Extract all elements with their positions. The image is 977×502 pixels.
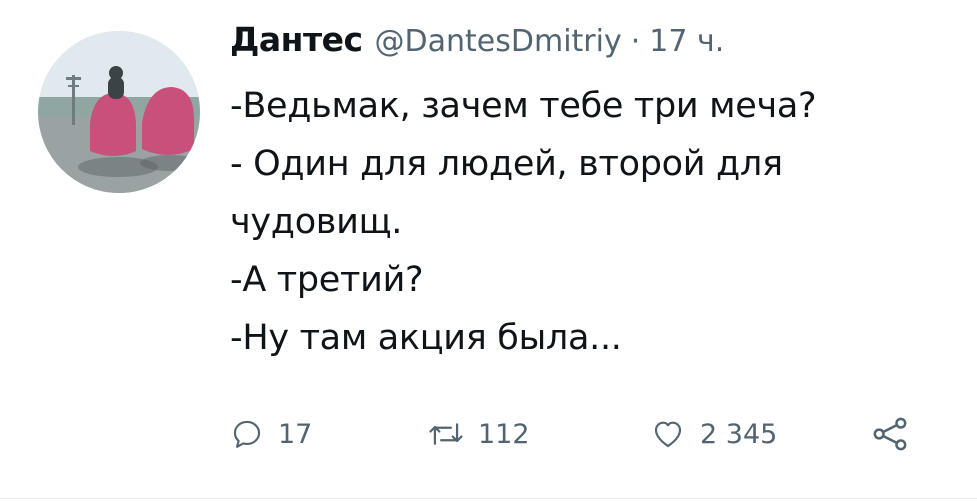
share-button[interactable] bbox=[870, 412, 910, 456]
like-button[interactable]: 2 345 bbox=[650, 412, 777, 456]
tweet-line: -Ну там акция была... bbox=[230, 318, 622, 358]
tweet-line: чудовищ. bbox=[230, 202, 403, 242]
tweet-content: Дантес @DantesDmitriy · 17 ч. -Ведьмак, … bbox=[230, 20, 950, 367]
avatar[interactable] bbox=[38, 31, 200, 193]
author-name[interactable]: Дантес bbox=[230, 20, 363, 59]
separator: · bbox=[630, 24, 641, 59]
author-handle[interactable]: @DantesDmitriy bbox=[375, 24, 622, 59]
tweet-line: -Ведьмак, зачем тебе три меча? bbox=[230, 86, 817, 126]
tweet-line: - Один для людей, второй для bbox=[230, 144, 783, 184]
retweet-count: 112 bbox=[478, 418, 530, 450]
reply-button[interactable]: 17 bbox=[230, 412, 312, 456]
share-icon bbox=[873, 417, 907, 451]
tweet-actions: 17 112 2 345 bbox=[230, 412, 920, 456]
reply-icon bbox=[233, 420, 261, 448]
tweet-text: -Ведьмак, зачем тебе три меча? - Один дл… bbox=[230, 77, 950, 367]
heart-icon bbox=[654, 421, 682, 448]
tweet-header: Дантес @DantesDmitriy · 17 ч. bbox=[230, 20, 950, 70]
tweet-line: -А третий? bbox=[230, 260, 424, 300]
tweet[interactable]: Дантес @DantesDmitriy · 17 ч. -Ведьмак, … bbox=[0, 0, 977, 502]
like-count: 2 345 bbox=[700, 418, 778, 450]
retweet-icon bbox=[429, 423, 463, 445]
retweet-button[interactable]: 112 bbox=[428, 412, 530, 456]
timestamp[interactable]: 17 ч. bbox=[649, 24, 724, 59]
reply-count: 17 bbox=[278, 418, 313, 450]
divider bbox=[0, 498, 977, 499]
avatar-photo bbox=[38, 31, 200, 193]
